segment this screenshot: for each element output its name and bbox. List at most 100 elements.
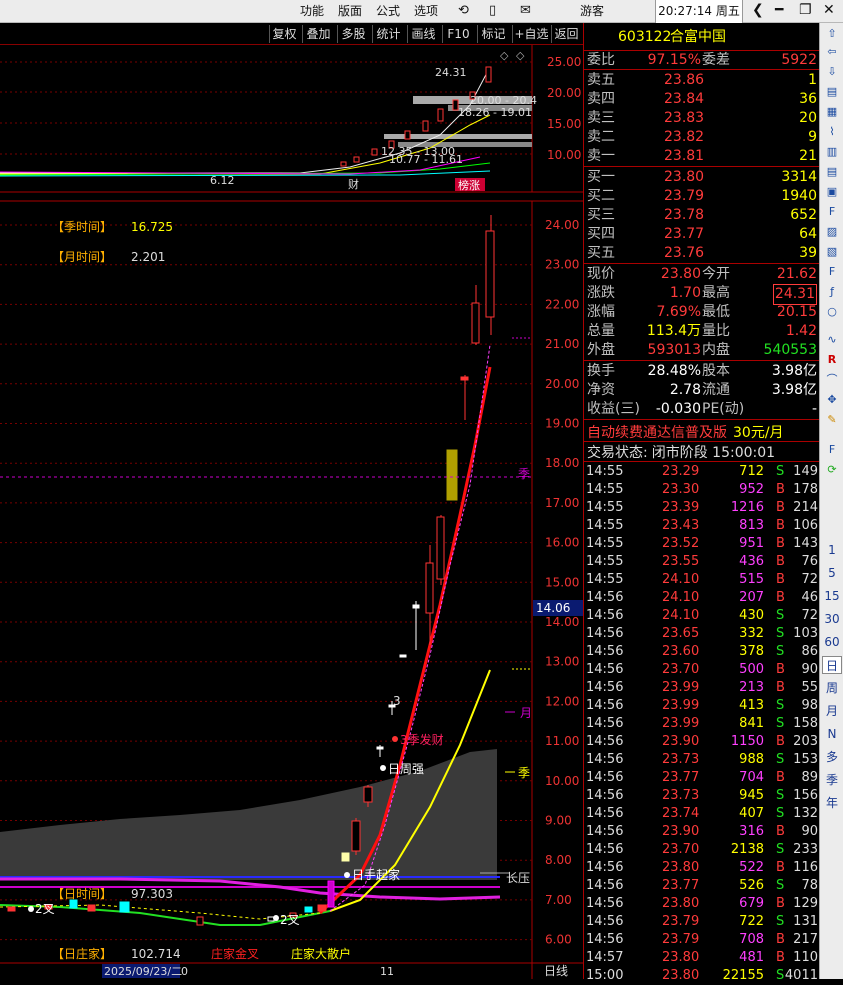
period-10[interactable]: 季 bbox=[822, 771, 842, 789]
period-11[interactable]: 年 bbox=[822, 794, 842, 812]
close-icon[interactable]: ✕ bbox=[823, 2, 835, 18]
tick-row: 14:55 23.52 951 B 143 bbox=[586, 536, 818, 551]
f10-button[interactable]: F10 bbox=[442, 25, 474, 43]
doc-icon[interactable]: ▧ bbox=[822, 243, 842, 261]
multi-stock-button[interactable]: 多股 bbox=[337, 25, 369, 43]
mark-button[interactable]: 标记 bbox=[477, 25, 509, 43]
add-watchlist-button[interactable]: +自选 bbox=[512, 25, 550, 43]
bid-row[interactable]: 买三 23.78 652 bbox=[584, 206, 820, 225]
refresh-icon[interactable]: ⟲ bbox=[458, 3, 469, 19]
restore-icon[interactable]: ❐ bbox=[799, 2, 812, 18]
period-1[interactable]: 5 bbox=[822, 564, 842, 582]
period-2[interactable]: 15 bbox=[822, 587, 842, 605]
ri-zhuangjia-value: 102.714 bbox=[131, 947, 181, 961]
fuquan-button[interactable]: 复权 bbox=[269, 25, 299, 43]
mail-icon[interactable]: ✉ bbox=[520, 3, 531, 19]
news-icon[interactable]: ▣ bbox=[822, 183, 842, 201]
pen-icon[interactable]: ✎ bbox=[822, 411, 842, 429]
lower-ytick: 19.00 bbox=[545, 417, 579, 431]
ask-row[interactable]: 卖四 23.84 36 bbox=[584, 90, 820, 109]
phone-icon[interactable]: ▯ bbox=[489, 3, 496, 19]
lower-ytick: 6.00 bbox=[545, 933, 572, 947]
period-3[interactable]: 30 bbox=[822, 610, 842, 628]
bid-row[interactable]: 买四 23.77 64 bbox=[584, 225, 820, 244]
anno-erjiao-1: 2叉 bbox=[35, 902, 55, 916]
upper-high-label: 24.31 bbox=[435, 66, 467, 79]
lower-main-chart: 24.00 23.00 22.00 21.00 20.00 19.00 18.00 17.00… bbox=[0, 201, 583, 979]
curve-icon[interactable]: ⌒ bbox=[822, 371, 842, 389]
ri-shijian-label: 【日时间】 bbox=[52, 887, 112, 901]
upper-low-label: 6.12 bbox=[210, 174, 235, 187]
menu-options[interactable]: 选项 bbox=[414, 3, 438, 19]
indicator-season-value: 16.725 bbox=[131, 220, 173, 234]
back-icon[interactable]: ❮ bbox=[752, 2, 764, 18]
circle-icon[interactable]: ○ bbox=[822, 303, 842, 321]
tick-row: 14:56 23.65 332 S 103 bbox=[586, 626, 818, 641]
f2-icon[interactable]: F bbox=[822, 263, 842, 281]
period-label[interactable]: 日线 bbox=[544, 964, 568, 978]
crosshair-icon[interactable]: ✥ bbox=[822, 391, 842, 409]
stats-button[interactable]: 统计 bbox=[372, 25, 404, 43]
f10-icon[interactable]: F bbox=[822, 203, 842, 221]
settings-icon[interactable]: ◇ bbox=[516, 49, 525, 62]
period-4[interactable]: 60 bbox=[822, 633, 842, 651]
user-label[interactable]: 游客 bbox=[580, 3, 604, 19]
left-arrow-icon[interactable]: ⇦ bbox=[822, 43, 842, 61]
rsi-icon[interactable]: R bbox=[822, 351, 842, 369]
tick-row: 14:56 23.74 407 S 132 bbox=[586, 806, 818, 821]
overlay-button[interactable]: 叠加 bbox=[302, 25, 334, 43]
ask-row[interactable]: 卖二 23.82 9 bbox=[584, 128, 820, 147]
tick-row: 14:55 23.29 712 S 149 bbox=[586, 464, 818, 479]
table-icon[interactable]: ▦ bbox=[822, 103, 842, 121]
tick-row: 14:55 23.39 1216 B 214 bbox=[586, 500, 818, 515]
ask-row[interactable]: 卖一 23.81 21 bbox=[584, 147, 820, 166]
tick-row: 15:00 23.80 22155 S 4011 bbox=[586, 968, 818, 983]
chart-line-icon[interactable]: ⌇ bbox=[822, 123, 842, 141]
period-7[interactable]: 月 bbox=[822, 702, 842, 720]
menu-layout[interactable]: 版面 bbox=[338, 3, 362, 19]
draw-line-button[interactable]: 画线 bbox=[407, 25, 439, 43]
ad-banner[interactable]: 自动续费通达信普及版 30元/月 bbox=[587, 422, 784, 442]
period-5[interactable]: 日 bbox=[822, 656, 842, 674]
bid-row[interactable]: 买五 23.76 39 bbox=[584, 244, 820, 263]
ri-zhuangjia-label: 【日庄家】 bbox=[52, 946, 112, 961]
lower-ytick: 10.00 bbox=[545, 774, 579, 788]
info-icon[interactable]: ▨ bbox=[822, 223, 842, 241]
kline-chart-area[interactable]: 25.00 20.00 15.00 10.00 24.31 6.12 20.00… bbox=[0, 45, 583, 979]
wave-icon[interactable]: ∿ bbox=[822, 331, 842, 349]
fx-icon[interactable]: ƒ bbox=[822, 283, 842, 301]
bid-row[interactable]: 买二 23.79 1940 bbox=[584, 187, 820, 206]
menu-function[interactable]: 功能 bbox=[300, 3, 324, 19]
menu-formula[interactable]: 公式 bbox=[376, 3, 400, 19]
period-0[interactable]: 1 bbox=[822, 541, 842, 559]
up-arrow-icon[interactable]: ⇧ bbox=[822, 25, 842, 43]
grid-icon[interactable]: ▤ bbox=[822, 163, 842, 181]
zhuang-jinjiao-label: 庄家金叉 bbox=[211, 946, 259, 961]
period-9[interactable]: 多 bbox=[822, 748, 842, 766]
lower-ytick: 23.00 bbox=[545, 258, 579, 272]
stat2-row: 换手 28.48% 股本 3.98亿 bbox=[587, 363, 817, 379]
down-arrow-icon[interactable]: ⇩ bbox=[822, 63, 842, 81]
tick-row: 14:57 23.80 481 B 110 bbox=[586, 950, 818, 965]
period-6[interactable]: 周 bbox=[822, 679, 842, 697]
upper-range-4: 10.77 - 11.61 bbox=[389, 153, 463, 166]
ask-row[interactable]: 卖五 23.86 1 bbox=[584, 71, 820, 90]
date-axis-cursor: 2025/09/23/二 bbox=[104, 965, 182, 978]
indicator-month-label: 【月时间】 bbox=[52, 250, 112, 264]
lower-ytick: 12.00 bbox=[545, 694, 579, 708]
refresh-side-icon[interactable]: ⟳ bbox=[822, 461, 842, 479]
minimize-icon[interactable]: ━ bbox=[775, 2, 783, 18]
period-8[interactable]: N bbox=[822, 725, 842, 743]
list-icon[interactable]: ▤ bbox=[822, 83, 842, 101]
diamond-icon[interactable]: ◇ bbox=[500, 49, 509, 62]
tick-row: 14:56 23.77 704 B 89 bbox=[586, 770, 818, 785]
ask-row[interactable]: 卖三 23.83 20 bbox=[584, 109, 820, 128]
date-axis-month: 11 bbox=[380, 965, 394, 978]
candle-icon[interactable]: ▥ bbox=[822, 143, 842, 161]
f5-icon[interactable]: F bbox=[822, 441, 842, 459]
lower-ytick: 17.00 bbox=[545, 496, 579, 510]
stat2-row: 收益(三) -0.030 PE(动) - bbox=[587, 401, 817, 417]
bid-row[interactable]: 买一 23.80 3314 bbox=[584, 168, 820, 187]
stat-row: 外盘 593013 内盘 540553 bbox=[587, 342, 817, 358]
return-button[interactable]: 返回 bbox=[551, 25, 581, 43]
